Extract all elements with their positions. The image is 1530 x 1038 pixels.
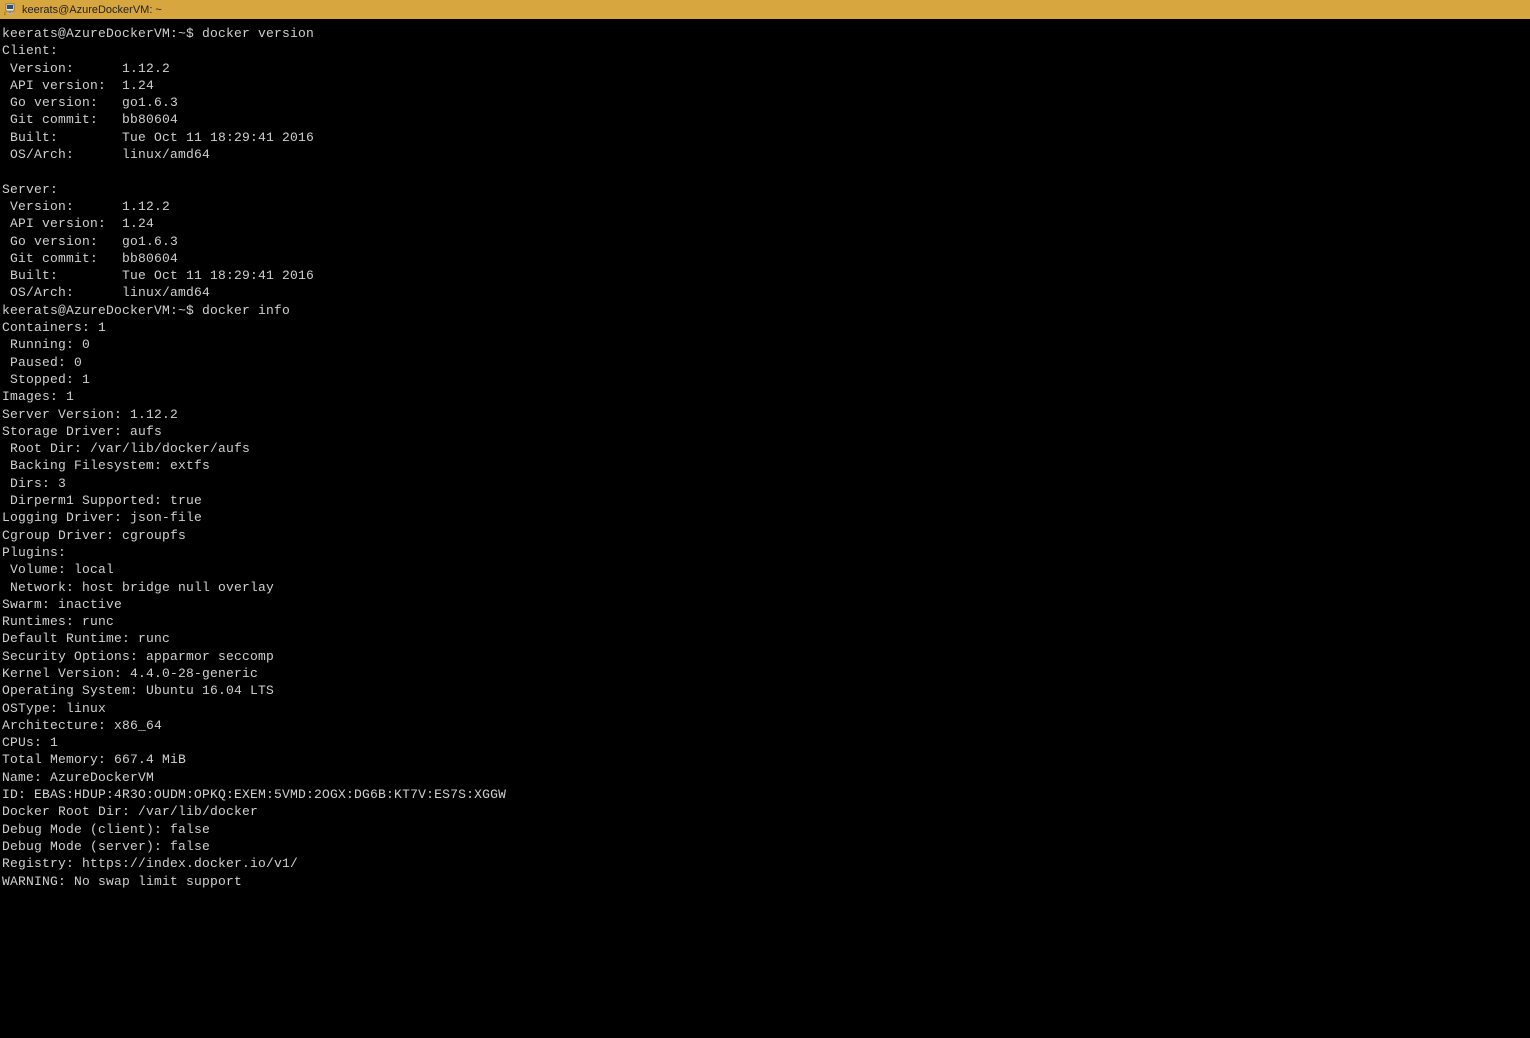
- terminal-line: Backing Filesystem: extfs: [2, 457, 1528, 474]
- terminal-line: Default Runtime: runc: [2, 630, 1528, 647]
- terminal-line: Git commit: bb80604: [2, 250, 1528, 267]
- terminal-line: Built: Tue Oct 11 18:29:41 2016: [2, 129, 1528, 146]
- terminal-line: Paused: 0: [2, 354, 1528, 371]
- terminal-line: API version: 1.24: [2, 215, 1528, 232]
- window-title: keerats@AzureDockerVM: ~: [22, 4, 162, 16]
- terminal-line: Logging Driver: json-file: [2, 509, 1528, 526]
- terminal-line: Runtimes: runc: [2, 613, 1528, 630]
- terminal-line: WARNING: No swap limit support: [2, 873, 1528, 890]
- terminal-line: CPUs: 1: [2, 734, 1528, 751]
- terminal-output[interactable]: keerats@AzureDockerVM:~$ docker versionC…: [0, 19, 1530, 896]
- terminal-line: Containers: 1: [2, 319, 1528, 336]
- terminal-line: OS/Arch: linux/amd64: [2, 146, 1528, 163]
- terminal-line: Stopped: 1: [2, 371, 1528, 388]
- terminal-line: keerats@AzureDockerVM:~$ docker info: [2, 302, 1528, 319]
- terminal-line: OSType: linux: [2, 700, 1528, 717]
- terminal-line: Security Options: apparmor seccomp: [2, 648, 1528, 665]
- terminal-line: OS/Arch: linux/amd64: [2, 284, 1528, 301]
- terminal-line: Registry: https://index.docker.io/v1/: [2, 855, 1528, 872]
- terminal-line: Plugins:: [2, 544, 1528, 561]
- terminal-line: Network: host bridge null overlay: [2, 579, 1528, 596]
- terminal-line: ID: EBAS:HDUP:4R3O:OUDM:OPKQ:EXEM:5VMD:2…: [2, 786, 1528, 803]
- terminal-line: Volume: local: [2, 561, 1528, 578]
- terminal-line: [2, 163, 1528, 180]
- terminal-line: Running: 0: [2, 336, 1528, 353]
- terminal-line: Swarm: inactive: [2, 596, 1528, 613]
- terminal-line: Dirs: 3: [2, 475, 1528, 492]
- terminal-line: Server Version: 1.12.2: [2, 406, 1528, 423]
- terminal-line: Debug Mode (client): false: [2, 821, 1528, 838]
- terminal-line: Version: 1.12.2: [2, 60, 1528, 77]
- terminal-line: Dirperm1 Supported: true: [2, 492, 1528, 509]
- terminal-line: Operating System: Ubuntu 16.04 LTS: [2, 682, 1528, 699]
- terminal-line: Images: 1: [2, 388, 1528, 405]
- terminal-line: Server:: [2, 181, 1528, 198]
- terminal-line: Built: Tue Oct 11 18:29:41 2016: [2, 267, 1528, 284]
- terminal-line: Client:: [2, 42, 1528, 59]
- terminal-line: Name: AzureDockerVM: [2, 769, 1528, 786]
- terminal-line: Version: 1.12.2: [2, 198, 1528, 215]
- window-title-bar[interactable]: keerats@AzureDockerVM: ~: [0, 0, 1530, 19]
- terminal-line: keerats@AzureDockerVM:~$ docker version: [2, 25, 1528, 42]
- terminal-line: Root Dir: /var/lib/docker/aufs: [2, 440, 1528, 457]
- terminal-line: Architecture: x86_64: [2, 717, 1528, 734]
- putty-icon: [4, 3, 18, 17]
- terminal-line: Go version: go1.6.3: [2, 233, 1528, 250]
- terminal-line: Kernel Version: 4.4.0-28-generic: [2, 665, 1528, 682]
- terminal-line: Cgroup Driver: cgroupfs: [2, 527, 1528, 544]
- terminal-line: Go version: go1.6.3: [2, 94, 1528, 111]
- terminal-line: Git commit: bb80604: [2, 111, 1528, 128]
- terminal-line: Storage Driver: aufs: [2, 423, 1528, 440]
- terminal-line: Total Memory: 667.4 MiB: [2, 751, 1528, 768]
- terminal-line: Docker Root Dir: /var/lib/docker: [2, 803, 1528, 820]
- terminal-line: API version: 1.24: [2, 77, 1528, 94]
- terminal-line: Debug Mode (server): false: [2, 838, 1528, 855]
